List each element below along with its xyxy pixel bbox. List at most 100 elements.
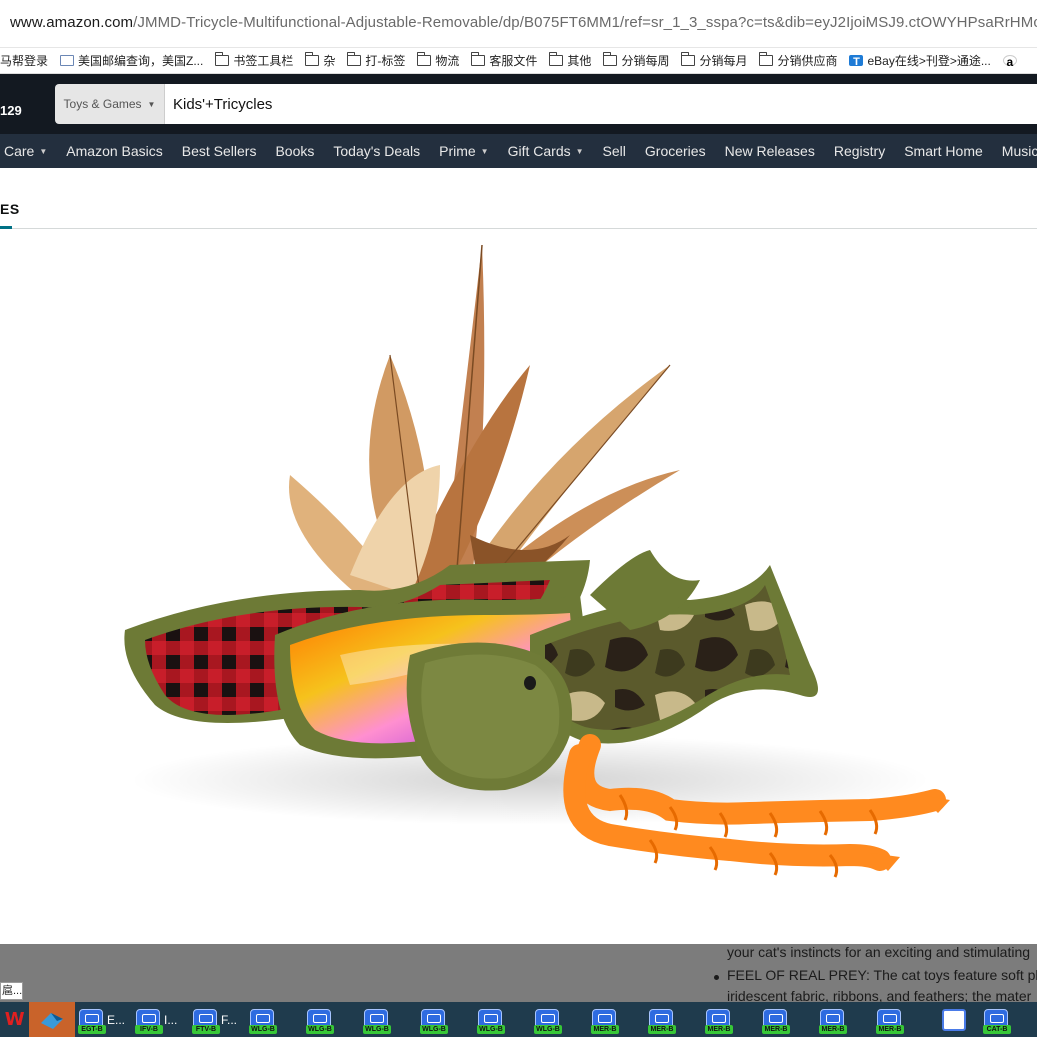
folder-icon <box>602 52 618 66</box>
nav-item[interactable]: Registry <box>834 143 885 159</box>
bookmark-item[interactable]: 分销供应商 <box>758 52 838 69</box>
app-tag: MER-B <box>819 1024 847 1034</box>
app-tag: FTV-B <box>192 1024 220 1034</box>
bookmark-item[interactable]: 美国邮编查询，美国Z... <box>60 52 203 69</box>
taskbar-app[interactable]: MER-B <box>873 1002 930 1037</box>
nav-item[interactable]: Groceries <box>645 143 706 159</box>
bookmark-label: 美国邮编查询，美国Z... <box>78 54 204 68</box>
bookmark-label: 马帮登录 <box>0 54 49 68</box>
taskbar-app[interactable]: MER-B <box>759 1002 816 1037</box>
remote-desktop-icon: WLG-B <box>306 1008 334 1034</box>
taskbar-app[interactable]: IFV-B I... <box>132 1002 189 1037</box>
bookmark-item[interactable]: 打-标签 <box>346 52 406 69</box>
nav-item-label: New Releases <box>724 143 815 159</box>
app-tag: MER-B <box>648 1024 676 1034</box>
folder-icon <box>470 52 486 66</box>
taskbar-app[interactable]: EGT-B E... <box>75 1002 132 1037</box>
folder-icon <box>758 52 774 66</box>
remote-desktop-icon: MER-B <box>819 1008 847 1034</box>
remote-desktop-icon: WLG-B <box>420 1008 448 1034</box>
app-label: I... <box>164 1012 178 1027</box>
nav-item[interactable]: Books <box>275 143 314 159</box>
search-input[interactable] <box>165 84 1037 124</box>
folder-icon <box>346 52 362 66</box>
shield-icon[interactable] <box>942 1008 966 1031</box>
nav-item[interactable]: Smart Home <box>904 143 983 159</box>
app-label: F... <box>221 1012 238 1027</box>
active-app-taskbar-icon[interactable] <box>29 1002 75 1037</box>
bookmark-label: 分销每月 <box>699 54 748 68</box>
bookmark-label: 分销每周 <box>621 54 670 68</box>
taskbar-app[interactable]: WLG-B <box>303 1002 360 1037</box>
taskbar-app[interactable]: CAT-B <box>980 1002 1037 1037</box>
bookmark-item[interactable]: 客服文件 <box>470 52 537 69</box>
bookmark-label: 打-标签 <box>365 54 406 68</box>
mail-icon <box>60 55 75 66</box>
nav-item[interactable]: Sell <box>603 143 626 159</box>
nav-item-label: Groceries <box>644 143 706 159</box>
taskbar-app[interactable]: MER-B <box>702 1002 759 1037</box>
remote-desktop-icon: WLG-B <box>477 1008 505 1034</box>
nav-item[interactable]: New Releases <box>725 143 815 159</box>
chevron-down-icon: ▼ <box>147 99 156 109</box>
taskbar-app[interactable]: MER-B <box>816 1002 873 1037</box>
nav-item[interactable]: Today's Deals <box>333 143 420 159</box>
bookmark-item[interactable]: 分销每月 <box>680 52 748 69</box>
wps-taskbar-icon[interactable]: W <box>0 1002 29 1037</box>
nav-item-label: Gift Cards <box>507 143 571 159</box>
search-category-dropdown[interactable]: Toys & Games ▼ <box>55 84 165 124</box>
remote-desktop-icon: EGT-B <box>78 1008 106 1034</box>
url-path: /JMMD-Tricycle-Multifunctional-Adjustabl… <box>133 14 1037 31</box>
folder-icon <box>416 52 432 66</box>
bookmark-label: 杂 <box>323 54 336 68</box>
remote-desktop-icon: WLG-B <box>534 1008 562 1034</box>
deliver-to-zip[interactable]: 129 <box>0 103 22 118</box>
remote-desktop-icon: MER-B <box>876 1008 904 1034</box>
tab-active-indicator <box>0 226 12 229</box>
app-tag: MER-B <box>705 1024 733 1034</box>
nav-item[interactable]: Gift Cards ▼ <box>508 143 584 159</box>
nav-item-label: Registry <box>833 143 886 159</box>
url-text[interactable]: www.amazon.com/JMMD-Tricycle-Multifuncti… <box>10 14 1037 31</box>
bookmark-item[interactable]: 杂 <box>304 52 336 69</box>
folder-icon <box>304 52 320 66</box>
nav-item[interactable]: Prime ▼ <box>439 143 488 159</box>
remote-desktop-icon: MER-B <box>648 1008 676 1034</box>
taskbar-app[interactable]: WLG-B <box>417 1002 474 1037</box>
bookmark-item[interactable]: 物流 <box>416 52 459 69</box>
bullet-text-line: FEEL OF REAL PREY: The cat toys feature … <box>727 967 1037 983</box>
amazon-bookmark-icon[interactable]: a <box>1002 55 1017 68</box>
remote-desktop-icon: FTV-B <box>192 1008 220 1034</box>
bookmark-item[interactable]: 其他 <box>548 52 591 69</box>
taskbar-app[interactable]: FTV-B F... <box>189 1002 246 1037</box>
taskbar-app[interactable]: WLG-B <box>360 1002 417 1037</box>
app-tag: IFV-B <box>135 1024 163 1034</box>
nav-item-label: Best Sellers <box>181 143 257 159</box>
nav-item[interactable]: Music <box>1002 143 1037 159</box>
feathers <box>289 244 680 610</box>
bookmark-item[interactable]: 马帮登录 <box>0 52 48 69</box>
nav-item-label: Smart Home <box>904 143 983 159</box>
taskbar-app[interactable]: WLG-B <box>474 1002 531 1037</box>
app-tag: MER-B <box>591 1024 619 1034</box>
tab-images[interactable]: ES <box>0 201 20 217</box>
remote-desktop-icon: MER-B <box>591 1008 619 1034</box>
nav-item[interactable]: Best Sellers <box>182 143 257 159</box>
os-taskbar: W EGT-B E... IFV-B I... FTV-B F... WLG-B WLG-B W… <box>0 1002 1037 1037</box>
taskbar-app[interactable]: MER-B <box>645 1002 702 1037</box>
bookmark-label: 分销供应商 <box>777 54 838 68</box>
taskbar-app[interactable]: MER-B <box>588 1002 645 1037</box>
bookmark-item[interactable]: TeBay在线>刊登>通途... <box>849 52 991 69</box>
bookmark-item[interactable]: 分销每周 <box>602 52 670 69</box>
bookmark-item[interactable]: 书签工具栏 <box>214 52 293 69</box>
modal-tab-strip: ES <box>0 168 1037 229</box>
browser-url-bar[interactable]: www.amazon.com/JMMD-Tricycle-Multifuncti… <box>0 0 1037 48</box>
remote-desktop-icon: IFV-B <box>135 1008 163 1034</box>
nav-item-label: Prime <box>439 143 476 159</box>
nav-item-label: Music <box>1001 143 1037 159</box>
taskbar-app[interactable]: WLG-B <box>531 1002 588 1037</box>
nav-item[interactable]: Amazon Basics <box>66 143 162 159</box>
nav-item[interactable]: Care ▼ <box>4 143 47 159</box>
taskbar-app[interactable]: WLG-B <box>246 1002 303 1037</box>
remote-desktop-icon: MER-B <box>705 1008 733 1034</box>
